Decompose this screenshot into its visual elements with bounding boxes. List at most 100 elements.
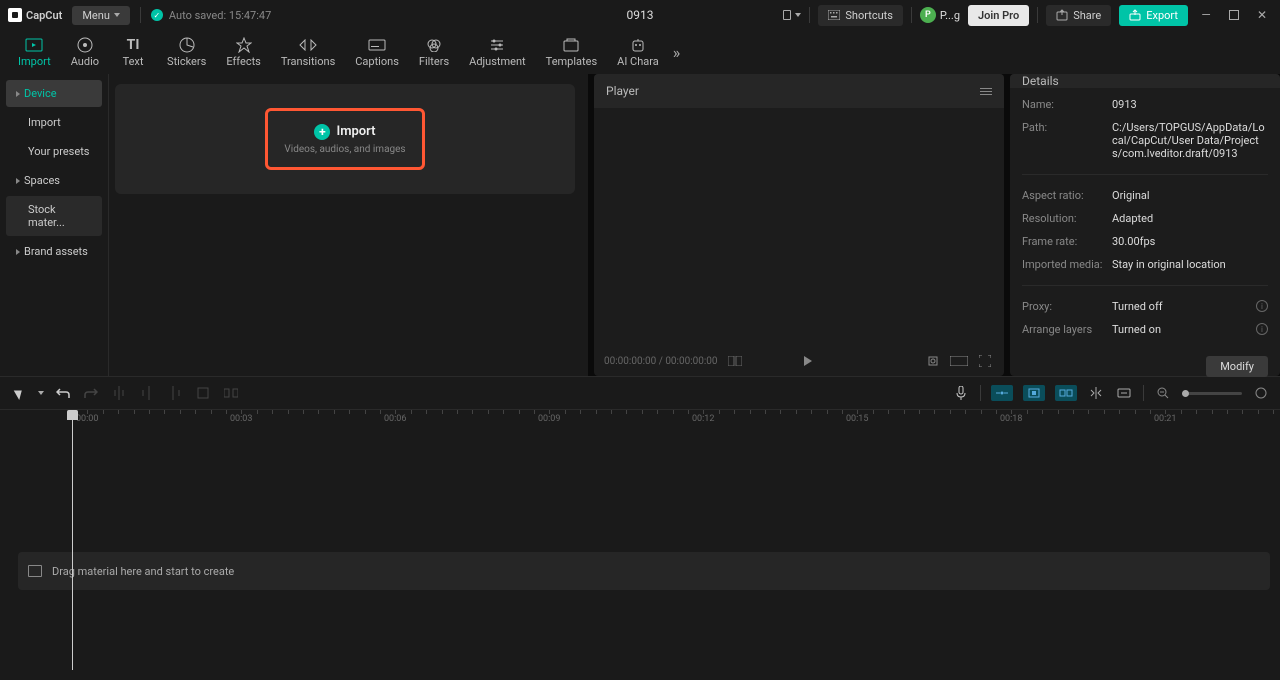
- player-header: Player: [594, 74, 1004, 108]
- player-panel: Player 00:00:00:00 / 00:00:00:00: [594, 74, 1004, 376]
- chevron-down-icon[interactable]: [38, 391, 44, 395]
- tab-templates[interactable]: Templates: [536, 33, 607, 72]
- join-pro-button[interactable]: Join Pro: [968, 5, 1029, 26]
- crop-button[interactable]: [194, 384, 212, 402]
- tab-transitions[interactable]: Transitions: [271, 33, 345, 72]
- playhead-handle[interactable]: [67, 410, 78, 420]
- export-icon: [1129, 9, 1141, 21]
- import-label: Import: [336, 124, 375, 139]
- avatar-icon: P: [920, 7, 936, 23]
- split-button[interactable]: [110, 384, 128, 402]
- track-preview-button[interactable]: [1087, 384, 1105, 402]
- divider: [1037, 7, 1038, 23]
- tab-text[interactable]: TI Text: [109, 33, 157, 72]
- autosave-text: Auto saved: 15:47:47: [169, 9, 271, 22]
- drag-hint: Drag material here and start to create: [18, 552, 1270, 590]
- audio-icon: [76, 37, 94, 53]
- scale-button[interactable]: [924, 352, 942, 370]
- ratio-button[interactable]: [950, 352, 968, 370]
- chevron-right-icon: [16, 178, 20, 184]
- chevron-right-icon: [16, 91, 20, 97]
- check-icon: ✓: [151, 9, 163, 21]
- modify-button[interactable]: Modify: [1206, 356, 1268, 377]
- captions-icon: [368, 37, 386, 53]
- close-button[interactable]: ✕: [1252, 5, 1272, 25]
- tab-filters[interactable]: Filters: [409, 33, 459, 72]
- detail-row-arrange: Arrange layersTurned oni: [1022, 323, 1268, 336]
- filters-icon: [425, 37, 443, 53]
- mic-button[interactable]: [952, 384, 970, 402]
- logo-text: CapCut: [26, 9, 62, 22]
- delete-right-button[interactable]: [166, 384, 184, 402]
- sidebar-item-brand[interactable]: Brand assets: [6, 238, 102, 265]
- ruler-mark: 00:15: [846, 414, 868, 424]
- tab-captions[interactable]: Captions: [345, 33, 409, 72]
- timeline-tracks[interactable]: Drag material here and start to create: [0, 432, 1280, 680]
- clear-button[interactable]: [1115, 384, 1133, 402]
- snap-button-1[interactable]: [991, 385, 1013, 401]
- chevron-down-icon: [114, 13, 120, 17]
- detail-row-aspect: Aspect ratio:Original: [1022, 189, 1268, 202]
- compare-icon[interactable]: [726, 352, 744, 370]
- maximize-button[interactable]: [1224, 5, 1244, 25]
- divider: [809, 7, 810, 23]
- share-label: Share: [1073, 9, 1101, 22]
- undo-button[interactable]: [54, 384, 72, 402]
- media-tabs: Import Audio TI Text Stickers Effects Tr…: [0, 30, 1280, 74]
- tab-import[interactable]: Import: [8, 33, 61, 72]
- detail-row-framerate: Frame rate:30.00fps: [1022, 235, 1268, 248]
- zoom-slider[interactable]: [1182, 392, 1242, 395]
- sidebar-item-spaces[interactable]: Spaces: [6, 167, 102, 194]
- snap-button-3[interactable]: [1055, 385, 1077, 401]
- ruler-mark: 00:09: [538, 414, 560, 424]
- detail-row-name: Name:0913: [1022, 98, 1268, 111]
- tab-adjustment[interactable]: Adjustment: [459, 33, 536, 72]
- tab-ai-chara[interactable]: AI Chara: [607, 33, 669, 72]
- shortcuts-button[interactable]: Shortcuts: [818, 5, 903, 26]
- sidebar-item-presets[interactable]: Your presets: [6, 138, 102, 165]
- zoom-out-button[interactable]: [1154, 384, 1172, 402]
- detail-row-path: Path:C:/Users/TOPGUS/AppData/Local/CapCu…: [1022, 121, 1268, 160]
- chevron-right-icon: [16, 249, 20, 255]
- sidebar-item-stock[interactable]: Stock mater...: [6, 196, 102, 236]
- username: P...g: [940, 9, 960, 22]
- detail-row-proxy: Proxy:Turned offi: [1022, 300, 1268, 313]
- player-viewport[interactable]: [594, 108, 1004, 346]
- film-icon: [28, 565, 42, 577]
- tab-audio[interactable]: Audio: [61, 33, 109, 72]
- fullscreen-button[interactable]: [976, 352, 994, 370]
- import-button[interactable]: + Import Videos, audios, and images: [265, 108, 425, 170]
- export-button[interactable]: Export: [1119, 5, 1188, 26]
- playhead[interactable]: [72, 410, 73, 670]
- divider: [1022, 174, 1268, 175]
- player-title: Player: [606, 84, 639, 98]
- menu-button[interactable]: Menu: [72, 6, 130, 25]
- sidebar-item-device[interactable]: Device: [6, 80, 102, 107]
- snap-button-2[interactable]: [1023, 385, 1045, 401]
- project-title: 0913: [627, 8, 654, 22]
- detail-row-resolution: Resolution:Adapted: [1022, 212, 1268, 225]
- mirror-button[interactable]: [222, 384, 240, 402]
- aspect-ratio-button[interactable]: [783, 6, 801, 24]
- autosave-status: ✓ Auto saved: 15:47:47: [151, 9, 271, 22]
- tab-stickers[interactable]: Stickers: [157, 33, 216, 72]
- details-header: Details: [1010, 74, 1280, 88]
- player-menu-button[interactable]: [980, 88, 992, 95]
- sidebar-item-import[interactable]: Import: [6, 109, 102, 136]
- share-button[interactable]: Share: [1046, 5, 1111, 26]
- timeline-ruler[interactable]: 00:00 00:03 00:06 00:09 00:12 00:15 00:1…: [0, 410, 1280, 432]
- info-icon[interactable]: i: [1256, 300, 1268, 312]
- user-badge[interactable]: P P...g: [920, 7, 960, 23]
- zoom-fit-button[interactable]: [1252, 384, 1270, 402]
- minimize-button[interactable]: —: [1196, 5, 1216, 25]
- tabs-more-button[interactable]: »: [673, 43, 681, 62]
- info-icon[interactable]: i: [1256, 323, 1268, 335]
- delete-left-button[interactable]: [138, 384, 156, 402]
- effects-icon: [235, 37, 253, 53]
- stickers-icon: [178, 37, 196, 53]
- redo-button[interactable]: [82, 384, 100, 402]
- tab-effects[interactable]: Effects: [216, 33, 271, 72]
- pointer-tool[interactable]: [10, 384, 28, 402]
- app-logo: CapCut: [8, 8, 62, 22]
- play-button[interactable]: [804, 356, 812, 366]
